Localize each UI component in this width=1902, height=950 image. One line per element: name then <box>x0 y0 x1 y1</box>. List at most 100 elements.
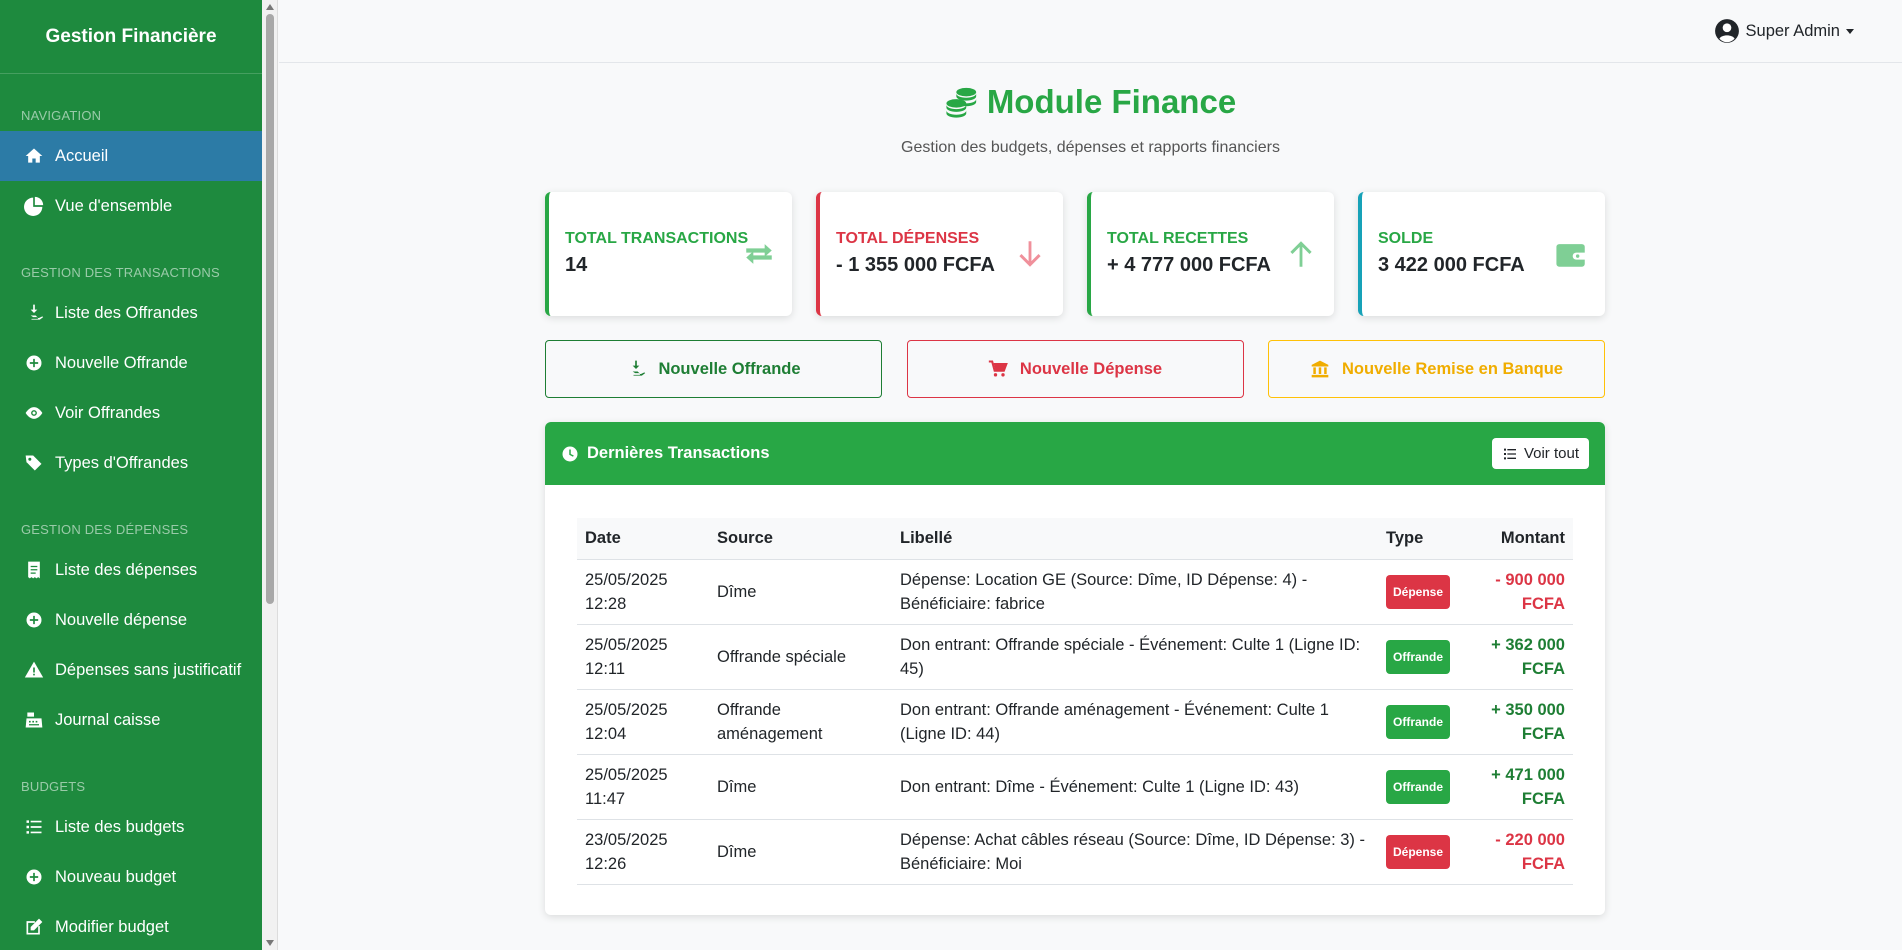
sidebar-item-label: Nouvelle dépense <box>55 610 188 629</box>
transactions-header: Dernières Transactions Voir tout <box>545 422 1605 485</box>
button-label: Nouvelle Remise en Banque <box>1342 359 1563 378</box>
type-badge: Dépense <box>1386 574 1451 609</box>
cell-date: 25/05/2025 12:04 <box>577 689 709 755</box>
cell-date: 25/05/2025 12:28 <box>577 559 709 625</box>
edit-icon <box>23 916 45 938</box>
section-title-depenses: GESTION DES DÉPENSES <box>21 522 189 537</box>
new-depense-button[interactable]: Nouvelle Dépense <box>906 340 1244 398</box>
amount-value: - 900 000 <box>1495 570 1565 589</box>
stat-card-transactions: TOTAL TRANSACTIONS 14 <box>545 192 792 316</box>
sidebar-item-liste-depenses[interactable]: Liste des dépenses <box>0 545 262 595</box>
type-badge: Dépense <box>1386 834 1451 869</box>
cell-libelle: Don entrant: Offrande aménagement - Évén… <box>892 689 1378 755</box>
transactions-title: Dernières Transactions <box>561 444 770 463</box>
cell-type: Offrande <box>1378 754 1478 820</box>
amount-value: + 362 000 <box>1491 635 1565 654</box>
plus-circle-icon <box>23 866 45 888</box>
stat-card-recettes: TOTAL RECETTES + 4 777 000 FCFA <box>1087 192 1334 316</box>
date-text: 25/05/2025 <box>585 635 668 654</box>
user-menu[interactable]: Super Admin <box>1714 18 1854 44</box>
cell-montant: + 362 000 FCFA <box>1478 624 1573 690</box>
sidebar-item-label: Liste des Offrandes <box>55 303 198 322</box>
home-icon <box>23 145 45 167</box>
cell-montant: - 900 000 FCFA <box>1478 559 1573 625</box>
table-row[interactable]: 23/05/2025 12:26 Dîme Dépense: Achat câbl… <box>577 819 1573 885</box>
cell-date: 25/05/2025 11:47 <box>577 754 709 820</box>
stat-card-solde: SOLDE 3 422 000 FCFA <box>1358 192 1605 316</box>
cell-source: Offrande aménagement <box>709 689 892 755</box>
cell-libelle: Dépense: Location GE (Source: Dîme, ID D… <box>892 559 1378 625</box>
sidebar-item-types-offrandes[interactable]: Types d'Offrandes <box>0 438 262 488</box>
sidebar-item-accueil[interactable]: Accueil <box>0 131 262 181</box>
sidebar-item-label: Journal caisse <box>55 710 161 729</box>
scroll-up-arrow[interactable] <box>266 4 274 10</box>
button-label: Nouvelle Dépense <box>1019 359 1163 378</box>
sidebar-item-label: Vue d'ensemble <box>55 196 173 215</box>
cell-montant: + 471 000 FCFA <box>1478 754 1573 820</box>
sidebar-item-modifier-budget[interactable]: Modifier budget <box>0 902 262 950</box>
cart-icon <box>988 360 1008 377</box>
sidebar-item-liste-offrandes[interactable]: Liste des Offrandes <box>0 288 262 338</box>
table-row[interactable]: 25/05/2025 11:47 Dîme Don entrant: Dîme -… <box>577 754 1573 820</box>
list-icon <box>1503 448 1516 459</box>
bank-icon <box>1311 360 1329 378</box>
sidebar-item-nouvelle-depense[interactable]: Nouvelle dépense <box>0 595 262 645</box>
cell-montant: + 350 000 FCFA <box>1478 689 1573 755</box>
type-badge: Offrande <box>1386 639 1451 674</box>
sidebar-item-label: Nouvelle Offrande <box>55 353 188 372</box>
column-header-type[interactable]: Type <box>1378 518 1478 560</box>
brand-title[interactable]: Gestion Financière <box>0 0 262 74</box>
date-text: 25/05/2025 <box>585 765 668 784</box>
cash-register-icon <box>23 709 45 731</box>
column-header-date[interactable]: Date <box>577 518 709 560</box>
arrow-up-icon <box>1284 237 1318 271</box>
type-badge: Offrande <box>1386 704 1451 739</box>
new-remise-banque-button[interactable]: Nouvelle Remise en Banque <box>1268 340 1605 398</box>
sidebar-item-label: Liste des budgets <box>55 817 185 836</box>
sidebar-item-depenses-sans-justificatif[interactable]: Dépenses sans justificatif <box>0 645 262 695</box>
scroll-down-arrow[interactable] <box>266 940 274 946</box>
column-header-source[interactable]: Source <box>709 518 892 560</box>
page-title: Module Finance <box>279 83 1902 121</box>
new-offrande-button[interactable]: Nouvelle Offrande <box>545 340 882 398</box>
sidebar-item-nouveau-budget[interactable]: Nouveau budget <box>0 852 262 902</box>
sidebar-item-journal-caisse[interactable]: Journal caisse <box>0 695 262 745</box>
sidebar-item-vue-ensemble[interactable]: Vue d'ensemble <box>0 181 262 231</box>
cell-libelle: Dépense: Achat câbles réseau (Source: Dî… <box>892 819 1378 885</box>
exchange-icon <box>742 237 776 271</box>
arrow-down-icon <box>1013 237 1047 271</box>
eye-icon <box>23 402 45 424</box>
stat-card-depenses: TOTAL DÉPENSES - 1 355 000 FCFA <box>816 192 1063 316</box>
sidebar-item-voir-offrandes[interactable]: Voir Offrandes <box>0 388 262 438</box>
wallet-icon <box>1555 237 1589 271</box>
view-all-label: Voir tout <box>1523 445 1579 462</box>
cell-type: Dépense <box>1378 819 1478 885</box>
cell-type: Offrande <box>1378 689 1478 755</box>
sidebar-item-label: Modifier budget <box>55 917 169 936</box>
chevron-down-icon <box>1846 28 1854 34</box>
amount-currency: FCFA <box>1521 659 1565 678</box>
column-header-libelle[interactable]: Libellé <box>892 518 1378 560</box>
plus-circle-icon <box>23 609 45 631</box>
view-all-button[interactable]: Voir tout <box>1491 438 1589 469</box>
table-row[interactable]: 25/05/2025 12:28 Dîme Dépense: Location G… <box>577 559 1573 625</box>
topbar: Super Admin <box>279 0 1902 63</box>
sidebar-item-liste-budgets[interactable]: Liste des budgets <box>0 802 262 852</box>
amount-currency: FCFA <box>1521 789 1565 808</box>
sidebar-scrollbar[interactable] <box>262 0 278 950</box>
receipt-icon <box>23 559 45 581</box>
main-content: Module Finance Gestion des budgets, dépe… <box>279 63 1902 950</box>
table-row[interactable]: 25/05/2025 12:04 Offrande aménagement Don… <box>577 689 1573 755</box>
transactions-card: Dernières Transactions Voir tout Date So… <box>545 422 1605 915</box>
scrollbar-thumb[interactable] <box>266 14 274 604</box>
sidebar-item-label: Types d'Offrandes <box>55 453 189 472</box>
table-row[interactable]: 25/05/2025 12:11 Offrande spéciale Don en… <box>577 624 1573 690</box>
column-header-montant[interactable]: Montant <box>1478 518 1573 560</box>
list-icon <box>23 816 45 838</box>
sidebar-item-nouvelle-offrande[interactable]: Nouvelle Offrande <box>0 338 262 388</box>
actions-row: Nouvelle Offrande Nouvelle Dépense Nouve… <box>545 340 1605 398</box>
time-text: 12:04 <box>585 724 627 743</box>
time-text: 12:11 <box>585 659 626 678</box>
sidebar-item-label: Dépenses sans justificatif <box>55 660 242 679</box>
pie-chart-icon <box>23 195 45 217</box>
